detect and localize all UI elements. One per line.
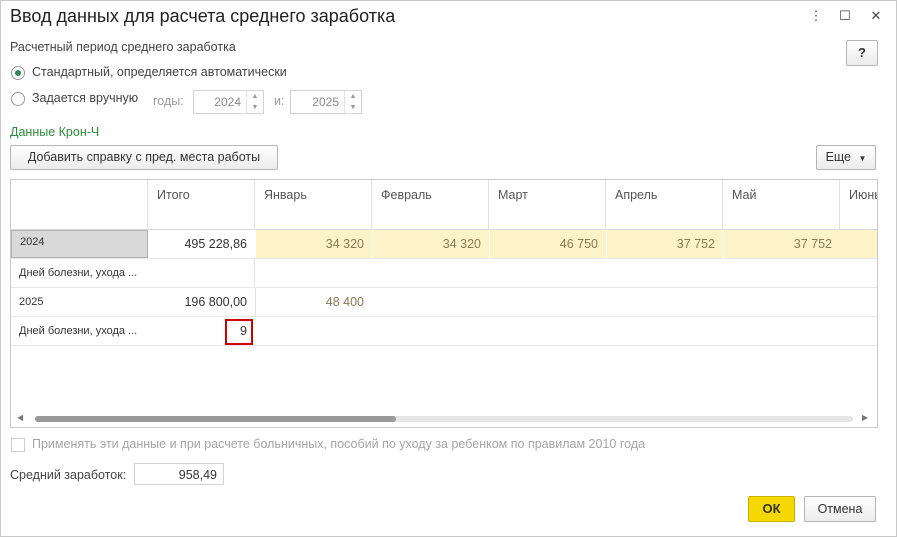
average-earnings-field[interactable]: 958,49 — [134, 463, 224, 485]
row-total-2024[interactable]: 495 228,86 — [148, 230, 255, 258]
header-may[interactable]: Май — [723, 180, 840, 230]
radio-auto-indicator[interactable] — [11, 66, 25, 80]
header-june[interactable]: Июнь — [840, 180, 877, 230]
table-row[interactable]: Дней болезни, ухода ... — [11, 259, 877, 288]
cell-2024-may[interactable]: 37 752 — [723, 230, 840, 258]
apply-checkbox-label: Применять эти данные и при расчете больн… — [32, 437, 646, 451]
row-label-2024[interactable]: 2024 — [11, 230, 148, 258]
more-button-label: Еще — [825, 150, 852, 164]
dropdown-arrow-icon: ▼ — [858, 154, 867, 163]
row-label-sick-days-2025[interactable]: Дней болезни, ухода ... — [11, 317, 148, 345]
apply-checkbox-box[interactable] — [11, 438, 25, 452]
scroll-thumb[interactable] — [35, 416, 396, 422]
table-row[interactable]: 2024 495 228,86 34 320 34 320 46 750 37 … — [11, 230, 877, 259]
horizontal-scrollbar[interactable]: ◀ ▶ — [11, 412, 877, 426]
year-to-value: 2025 — [312, 95, 339, 109]
header-label-col — [11, 180, 148, 230]
more-button[interactable]: Еще ▼ — [816, 145, 876, 170]
header-total[interactable]: Итого — [148, 180, 255, 230]
scroll-right-icon[interactable]: ▶ — [862, 413, 868, 422]
ok-button[interactable]: ОК — [748, 496, 795, 522]
cancel-button[interactable]: Отмена — [804, 496, 876, 522]
scroll-left-icon[interactable]: ◀ — [17, 413, 23, 422]
row-total-2025[interactable]: 196 800,00 — [148, 288, 255, 316]
window-title: Ввод данных для расчета среднего заработ… — [10, 6, 396, 26]
close-icon[interactable]: ✕ — [868, 8, 884, 24]
and-label: и: — [274, 94, 285, 108]
apply-checkbox[interactable]: Применять эти данные и при расчете больн… — [10, 436, 710, 454]
cell-2025-jan[interactable]: 48 400 — [255, 288, 372, 316]
cell-2024-mar[interactable]: 46 750 — [489, 230, 606, 258]
year-from-stepper-icon[interactable]: ▲ ▼ — [246, 91, 263, 113]
data-table[interactable]: Итого Январь Февраль Март Апрель Май Июн… — [10, 179, 878, 428]
row-label-2025[interactable]: 2025 — [11, 288, 148, 316]
maximize-icon[interactable]: ☐ — [837, 8, 853, 24]
radio-manual-indicator[interactable] — [11, 92, 25, 106]
year-to-stepper-icon[interactable]: ▲ ▼ — [344, 91, 361, 113]
cell-2024-feb[interactable]: 34 320 — [372, 230, 489, 258]
year-from-field[interactable]: 2024 ▲ ▼ — [193, 90, 264, 114]
average-earnings-label: Средний заработок: — [10, 468, 127, 482]
radio-auto[interactable]: Стандартный, определяется автоматически — [10, 64, 310, 82]
more-actions-icon[interactable]: ⋮ — [808, 8, 824, 24]
year-from-value: 2024 — [214, 95, 241, 109]
header-february[interactable]: Февраль — [372, 180, 489, 230]
radio-manual[interactable]: Задается вручную — [10, 91, 150, 109]
source-label: Данные Крон-Ч — [10, 125, 100, 139]
cell-2024-apr[interactable]: 37 752 — [606, 230, 723, 258]
row-label-sick-days-2024[interactable]: Дней болезни, ухода ... — [11, 259, 255, 287]
header-march[interactable]: Март — [489, 180, 606, 230]
header-january[interactable]: Январь — [255, 180, 372, 230]
header-april[interactable]: Апрель — [606, 180, 723, 230]
sick-days-2025-total[interactable]: 9 — [225, 319, 253, 345]
add-certificate-button[interactable]: Добавить справку с пред. места работы — [10, 145, 278, 170]
year-to-field[interactable]: 2025 ▲ ▼ — [290, 90, 362, 114]
radio-manual-label: Задается вручную — [32, 91, 139, 105]
table-row[interactable]: 2025 196 800,00 48 400 — [11, 288, 877, 317]
years-label: годы: — [153, 94, 184, 108]
cell-2024-jan[interactable]: 34 320 — [255, 230, 372, 258]
radio-auto-label: Стандартный, определяется автоматически — [32, 65, 287, 79]
help-button[interactable]: ? — [846, 40, 878, 66]
period-heading: Расчетный период среднего заработка — [10, 40, 236, 54]
table-row[interactable]: Дней болезни, ухода ... 9 — [11, 317, 877, 346]
